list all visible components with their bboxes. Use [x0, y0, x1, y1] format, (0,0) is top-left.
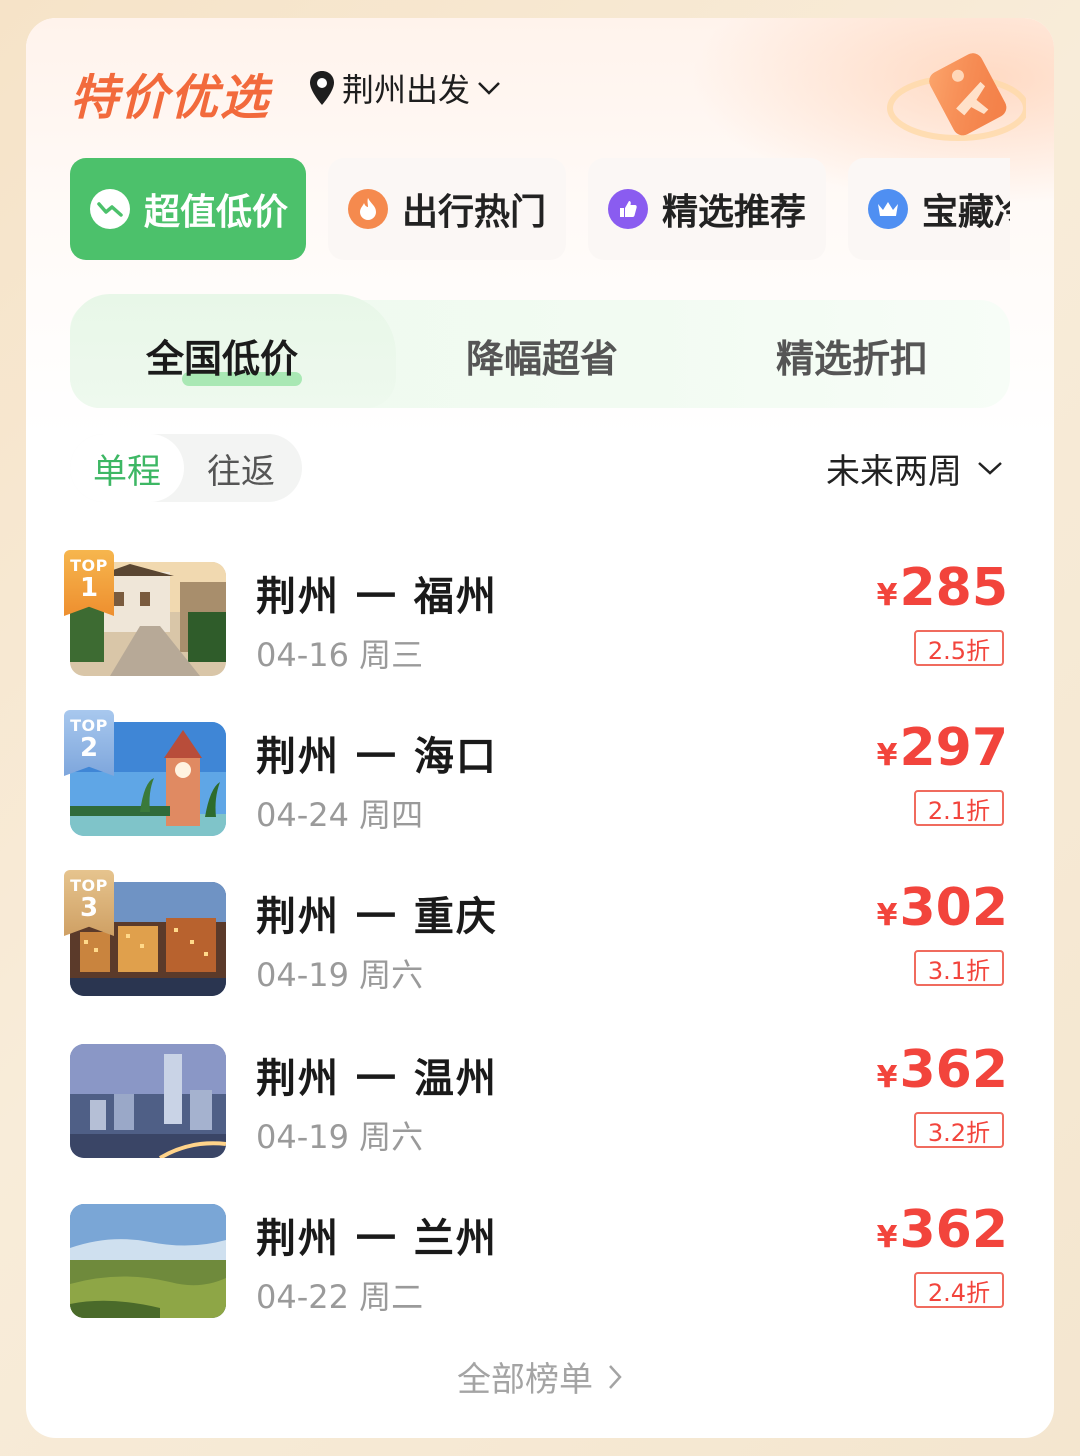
price-value: 302	[899, 878, 1008, 938]
flight-date: 04-19 周六	[256, 956, 424, 994]
price-value: 362	[899, 1040, 1008, 1100]
route-label: 荆州 一 海口	[256, 734, 498, 780]
route-label: 荆州 一 重庆	[256, 894, 498, 940]
rank-badge: TOP 1	[64, 550, 114, 616]
flight-row[interactable]: TOP 3 荆州 一 重庆 04-19 周六 ¥ 302 3.1折	[64, 870, 1010, 998]
location-pin-icon	[310, 71, 334, 105]
currency-symbol: ¥	[876, 578, 898, 613]
crown-icon	[868, 189, 908, 229]
price: ¥ 302	[877, 878, 1008, 938]
chevron-down-icon	[478, 82, 500, 95]
date-range-select[interactable]: 未来两周	[826, 444, 1004, 492]
all-list-label: 全部榜单	[457, 1360, 593, 1400]
discount-badge: 2.5折	[914, 630, 1004, 666]
chip-hidden-gems[interactable]: 宝藏冷门	[848, 158, 1010, 260]
page-title: 特价优选	[70, 70, 271, 126]
round-trip-option[interactable]: 往返	[184, 434, 298, 502]
discount-badge: 2.4折	[914, 1272, 1004, 1308]
departure-selector[interactable]: 荆州出发	[308, 66, 502, 110]
thumb-up-icon	[608, 189, 648, 229]
trip-type-toggle: 单程 往返	[70, 434, 302, 502]
flight-date: 04-19 周六	[256, 1118, 424, 1156]
rank-badge: TOP 3	[64, 870, 114, 936]
landscape-photo	[70, 1204, 226, 1318]
price: ¥ 362	[877, 1040, 1008, 1100]
subtab-bar: 全国低价 降幅超省 精选折扣	[70, 294, 1010, 408]
chip-label: 宝藏冷门	[922, 192, 1010, 233]
all-list-link[interactable]: 全部榜单	[26, 1352, 1054, 1401]
chip-label: 出行热门	[402, 192, 547, 233]
tab-selected-discount[interactable]: 精选折扣	[776, 328, 928, 383]
category-chips: 超值低价 出行热门 精选推荐 宝藏冷门	[70, 158, 1010, 262]
flight-date: 04-16 周三	[256, 636, 424, 674]
fire-icon	[348, 189, 388, 229]
departure-city: 荆州出发	[342, 71, 471, 109]
date-range-label: 未来两周	[826, 451, 962, 492]
route-label: 荆州 一 兰州	[256, 1216, 498, 1262]
currency-symbol: ¥	[876, 1060, 898, 1095]
currency-symbol: ¥	[876, 898, 898, 933]
chip-featured[interactable]: 精选推荐	[588, 158, 826, 260]
discount-badge: 2.1折	[914, 790, 1004, 826]
route-label: 荆州 一 福州	[256, 574, 498, 620]
price-value: 285	[899, 558, 1008, 618]
discount-badge: 3.2折	[914, 1112, 1004, 1148]
discount-badge: 3.1折	[914, 950, 1004, 986]
price: ¥ 362	[877, 1200, 1008, 1260]
price: ¥ 285	[877, 558, 1008, 618]
flight-row[interactable]: TOP 2 荆州 一 海口 04-24 周四 ¥ 297 2.1折	[64, 710, 1010, 838]
currency-symbol: ¥	[876, 1220, 898, 1255]
flight-row[interactable]: 荆州 一 兰州 04-22 周二 ¥ 362 2.4折	[70, 1200, 1010, 1320]
chip-value-low-price[interactable]: 超值低价	[70, 158, 306, 260]
chevron-down-icon	[978, 462, 1002, 475]
tab-big-drop[interactable]: 降幅超省	[466, 328, 618, 383]
price-value: 362	[899, 1200, 1008, 1260]
chip-label: 超值低价	[144, 192, 289, 233]
chevron-right-icon	[609, 1364, 622, 1389]
ticket-deco-icon	[887, 53, 1026, 141]
flight-date: 04-24 周四	[256, 796, 424, 834]
tab-national-low-price[interactable]: 全国低价	[146, 328, 298, 383]
rank-badge: TOP 2	[64, 710, 114, 776]
price: ¥ 297	[877, 718, 1008, 778]
one-way-option[interactable]: 单程	[70, 434, 184, 502]
trend-icon	[90, 189, 130, 229]
currency-symbol: ¥	[876, 738, 898, 773]
route-label: 荆州 一 温州	[256, 1056, 498, 1102]
flight-date: 04-22 周二	[256, 1278, 424, 1316]
chip-popular-travel[interactable]: 出行热门	[328, 158, 566, 260]
skyline-photo	[70, 1044, 226, 1158]
price-value: 297	[899, 718, 1008, 778]
flight-row[interactable]: TOP 1 荆州 一 福州 04-16 周三 ¥ 285 2.5折	[64, 550, 1010, 678]
chip-label: 精选推荐	[662, 192, 807, 233]
deals-card: 特价优选 荆州出发 超值低价 出行热门 精选推荐 宝藏 全国低价 降幅超省 精选…	[26, 18, 1054, 1438]
flight-row[interactable]: 荆州 一 温州 04-19 周六 ¥ 362 3.2折	[70, 1040, 1010, 1160]
